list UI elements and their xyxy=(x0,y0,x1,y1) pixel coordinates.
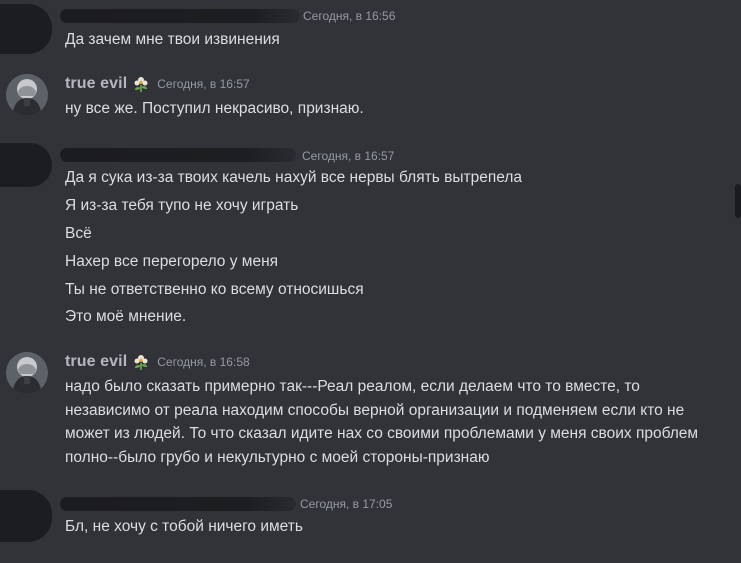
redacted-username xyxy=(60,497,296,511)
message-timestamp[interactable]: Сегодня, в 16:58 xyxy=(157,355,249,369)
message-text: надо было сказать примерно так---Реал ре… xyxy=(65,378,699,466)
message-text: Я из-за тебя тупо не хочу играть xyxy=(65,197,299,214)
redacted-avatar xyxy=(0,490,52,542)
username[interactable]: true evil xyxy=(65,75,127,93)
message-text: Да я сука из-за твоих качель нахуй все н… xyxy=(65,169,522,186)
message-text: Ты не ответственно ко всему относишься xyxy=(65,281,364,298)
username[interactable]: true evil xyxy=(65,353,127,371)
message-text: Да зачем мне твои извинения xyxy=(65,31,280,48)
message-header: true evil Сегодня, в 16:57 xyxy=(65,74,250,94)
message-text: Это моё мнение. xyxy=(65,308,187,325)
redacted-avatar xyxy=(0,143,52,187)
avatar[interactable] xyxy=(6,74,48,116)
message-text: ну все же. Поступил некрасиво, признаю. xyxy=(65,100,364,117)
chat-message-list: Сегодня, в 16:56 Да зачем мне твои извин… xyxy=(0,0,741,563)
redacted-username xyxy=(60,9,300,23)
message-group: Сегодня, в 16:56 Да зачем мне твои извин… xyxy=(0,0,720,60)
redacted-avatar xyxy=(0,4,52,54)
flower-badge-icon[interactable] xyxy=(131,75,151,93)
message-timestamp[interactable]: Сегодня, в 16:57 xyxy=(157,77,249,91)
message-timestamp[interactable]: Сегодня, в 17:05 xyxy=(300,497,392,511)
message-text: Бл, не хочу с тобой ничего иметь xyxy=(65,518,303,535)
scrollbar-thumb[interactable] xyxy=(735,184,741,218)
redacted-username xyxy=(60,148,296,162)
message-header: true evil Сегодня, в 16:58 xyxy=(65,352,250,372)
flower-badge-icon[interactable] xyxy=(131,353,151,371)
message-text: Нахер все перегорело у меня xyxy=(65,253,279,270)
avatar[interactable] xyxy=(6,352,48,394)
message-timestamp[interactable]: Сегодня, в 16:56 xyxy=(303,9,395,23)
message-timestamp[interactable]: Сегодня, в 16:57 xyxy=(302,149,394,163)
scrollbar[interactable] xyxy=(735,0,741,563)
message-text: Всё xyxy=(65,225,92,242)
